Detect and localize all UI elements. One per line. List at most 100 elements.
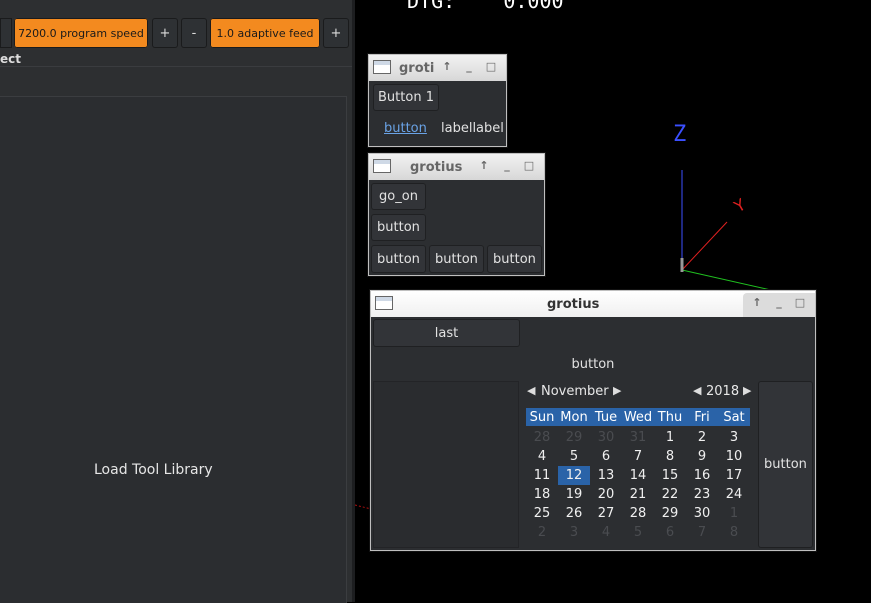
button-1[interactable]: Button 1 <box>373 84 439 111</box>
section-title: ect <box>0 52 21 66</box>
adaptive-feed-button[interactable]: 1.0 adaptive feed <box>210 18 320 48</box>
panel-splitter[interactable] <box>352 0 355 602</box>
calendar-day[interactable]: 6 <box>590 447 622 466</box>
window-title: groti <box>399 61 435 76</box>
next-month-icon[interactable]: ▶ <box>613 384 621 397</box>
calendar-day[interactable]: 31 <box>622 428 654 447</box>
calendar-day[interactable]: 28 <box>526 428 558 447</box>
calendar-day[interactable]: 8 <box>654 447 686 466</box>
last-button[interactable]: last <box>373 319 520 347</box>
calendar-day[interactable]: 26 <box>558 504 590 523</box>
feed-minus-button[interactable]: - <box>181 18 207 48</box>
weekday-sat: Sat <box>723 410 745 425</box>
maximize-icon[interactable]: □ <box>485 60 497 74</box>
button-middle[interactable]: button <box>371 214 426 241</box>
calendar-day[interactable]: 16 <box>686 466 718 485</box>
shade-icon[interactable]: ↑ <box>751 296 763 310</box>
calendar-day[interactable]: 8 <box>718 523 750 542</box>
calendar-day[interactable]: 12 <box>558 466 590 485</box>
speed-plus-button[interactable]: + <box>152 18 178 48</box>
tool-library-area[interactable] <box>0 96 347 603</box>
calendar-day[interactable]: 14 <box>622 466 654 485</box>
maximize-icon[interactable]: □ <box>523 159 535 173</box>
empty-cell <box>373 381 519 548</box>
calendar-day[interactable]: 29 <box>558 428 590 447</box>
calendar-day[interactable]: 30 <box>590 428 622 447</box>
calendar-day[interactable]: 7 <box>622 447 654 466</box>
row-button-3[interactable]: button <box>487 245 542 273</box>
calendar-day[interactable]: 7 <box>686 523 718 542</box>
calendar-day[interactable]: 6 <box>654 523 686 542</box>
window-icon[interactable] <box>373 159 391 173</box>
titlebar[interactable]: groti ↑ _ □ <box>369 55 506 81</box>
button-right[interactable]: button <box>758 381 813 548</box>
dro-readout: DTG: 0.000 <box>407 0 564 13</box>
row-button-2[interactable]: button <box>429 245 484 273</box>
calendar-day[interactable]: 5 <box>558 447 590 466</box>
minimize-icon[interactable]: _ <box>463 60 475 74</box>
feed-plus-button[interactable]: + <box>323 18 349 48</box>
calendar-day[interactable]: 1 <box>718 504 750 523</box>
window-title: grotius <box>410 160 463 175</box>
calendar-day[interactable]: 5 <box>622 523 654 542</box>
window-icon[interactable] <box>373 60 391 74</box>
calendar-day[interactable]: 15 <box>654 466 686 485</box>
calendar-day[interactable]: 17 <box>718 466 750 485</box>
calendar-day[interactable]: 23 <box>686 485 718 504</box>
calendar-day[interactable]: 22 <box>654 485 686 504</box>
calendar[interactable]: ◀ November ▶ ◀ 2018 ▶ Sun Mon Tue Wed Thu Fri… <box>521 381 757 549</box>
weekday-mon: Mon <box>560 410 588 425</box>
calendar-day[interactable]: 27 <box>590 504 622 523</box>
go-on-button[interactable]: go_on <box>371 183 426 210</box>
maximize-icon[interactable]: □ <box>794 296 806 310</box>
calendar-day[interactable]: 4 <box>526 447 558 466</box>
toolbar-button-partial[interactable] <box>0 18 12 48</box>
calendar-day[interactable]: 29 <box>654 504 686 523</box>
section-divider <box>0 66 352 67</box>
calendar-day[interactable]: 19 <box>558 485 590 504</box>
prev-year-icon[interactable]: ◀ <box>693 384 701 397</box>
calendar-day[interactable]: 18 <box>526 485 558 504</box>
calendar-day[interactable]: 10 <box>718 447 750 466</box>
shade-icon[interactable]: ↑ <box>478 159 490 173</box>
window-grotius-calendar: grotius ↑ _ □ last button button ◀ Novem… <box>370 290 816 551</box>
window-icon[interactable] <box>375 296 393 310</box>
minimize-icon[interactable]: _ <box>501 159 513 173</box>
next-year-icon[interactable]: ▶ <box>743 384 751 397</box>
calendar-day[interactable]: 25 <box>526 504 558 523</box>
dro-label: DTG: <box>407 0 456 13</box>
link-button[interactable]: button <box>384 121 427 136</box>
weekday-tue: Tue <box>594 410 618 425</box>
calendar-day[interactable]: 3 <box>558 523 590 542</box>
program-speed-button[interactable]: 7200.0 program speed <box>14 18 148 48</box>
titlebar[interactable]: grotius ↑ _ □ <box>369 154 544 180</box>
window-grotius-small: grotius ↑ _ □ go_on button button button… <box>368 153 545 276</box>
z-axis-label: Z <box>673 122 687 147</box>
calendar-day[interactable]: 30 <box>686 504 718 523</box>
shade-icon[interactable]: ↑ <box>441 60 453 74</box>
prev-month-icon[interactable]: ◀ <box>527 384 535 397</box>
button-center[interactable]: button <box>373 349 813 379</box>
calendar-day[interactable]: 11 <box>526 466 558 485</box>
weekday-fri: Fri <box>694 410 710 425</box>
calendar-day[interactable]: 2 <box>526 523 558 542</box>
month-label: November <box>541 384 609 399</box>
calendar-day[interactable]: 28 <box>622 504 654 523</box>
calendar-day[interactable]: 2 <box>686 428 718 447</box>
calendar-day[interactable]: 3 <box>718 428 750 447</box>
calendar-day[interactable]: 13 <box>590 466 622 485</box>
weekday-sun: Sun <box>529 410 555 425</box>
calendar-day[interactable]: 21 <box>622 485 654 504</box>
minimize-icon[interactable]: _ <box>773 296 785 310</box>
calendar-day[interactable]: 9 <box>686 447 718 466</box>
year-label: 2018 <box>706 384 740 399</box>
row-button-1[interactable]: button <box>371 245 426 273</box>
weekday-thu: Thu <box>657 410 683 425</box>
calendar-day[interactable]: 20 <box>590 485 622 504</box>
calendar-day[interactable]: 1 <box>654 428 686 447</box>
weekday-wed: Wed <box>623 410 653 425</box>
calendar-day[interactable]: 24 <box>718 485 750 504</box>
calendar-day[interactable]: 4 <box>590 523 622 542</box>
titlebar[interactable]: grotius ↑ _ □ <box>371 291 815 317</box>
window-groti: groti ↑ _ □ Button 1 button labellabel <box>368 54 507 147</box>
